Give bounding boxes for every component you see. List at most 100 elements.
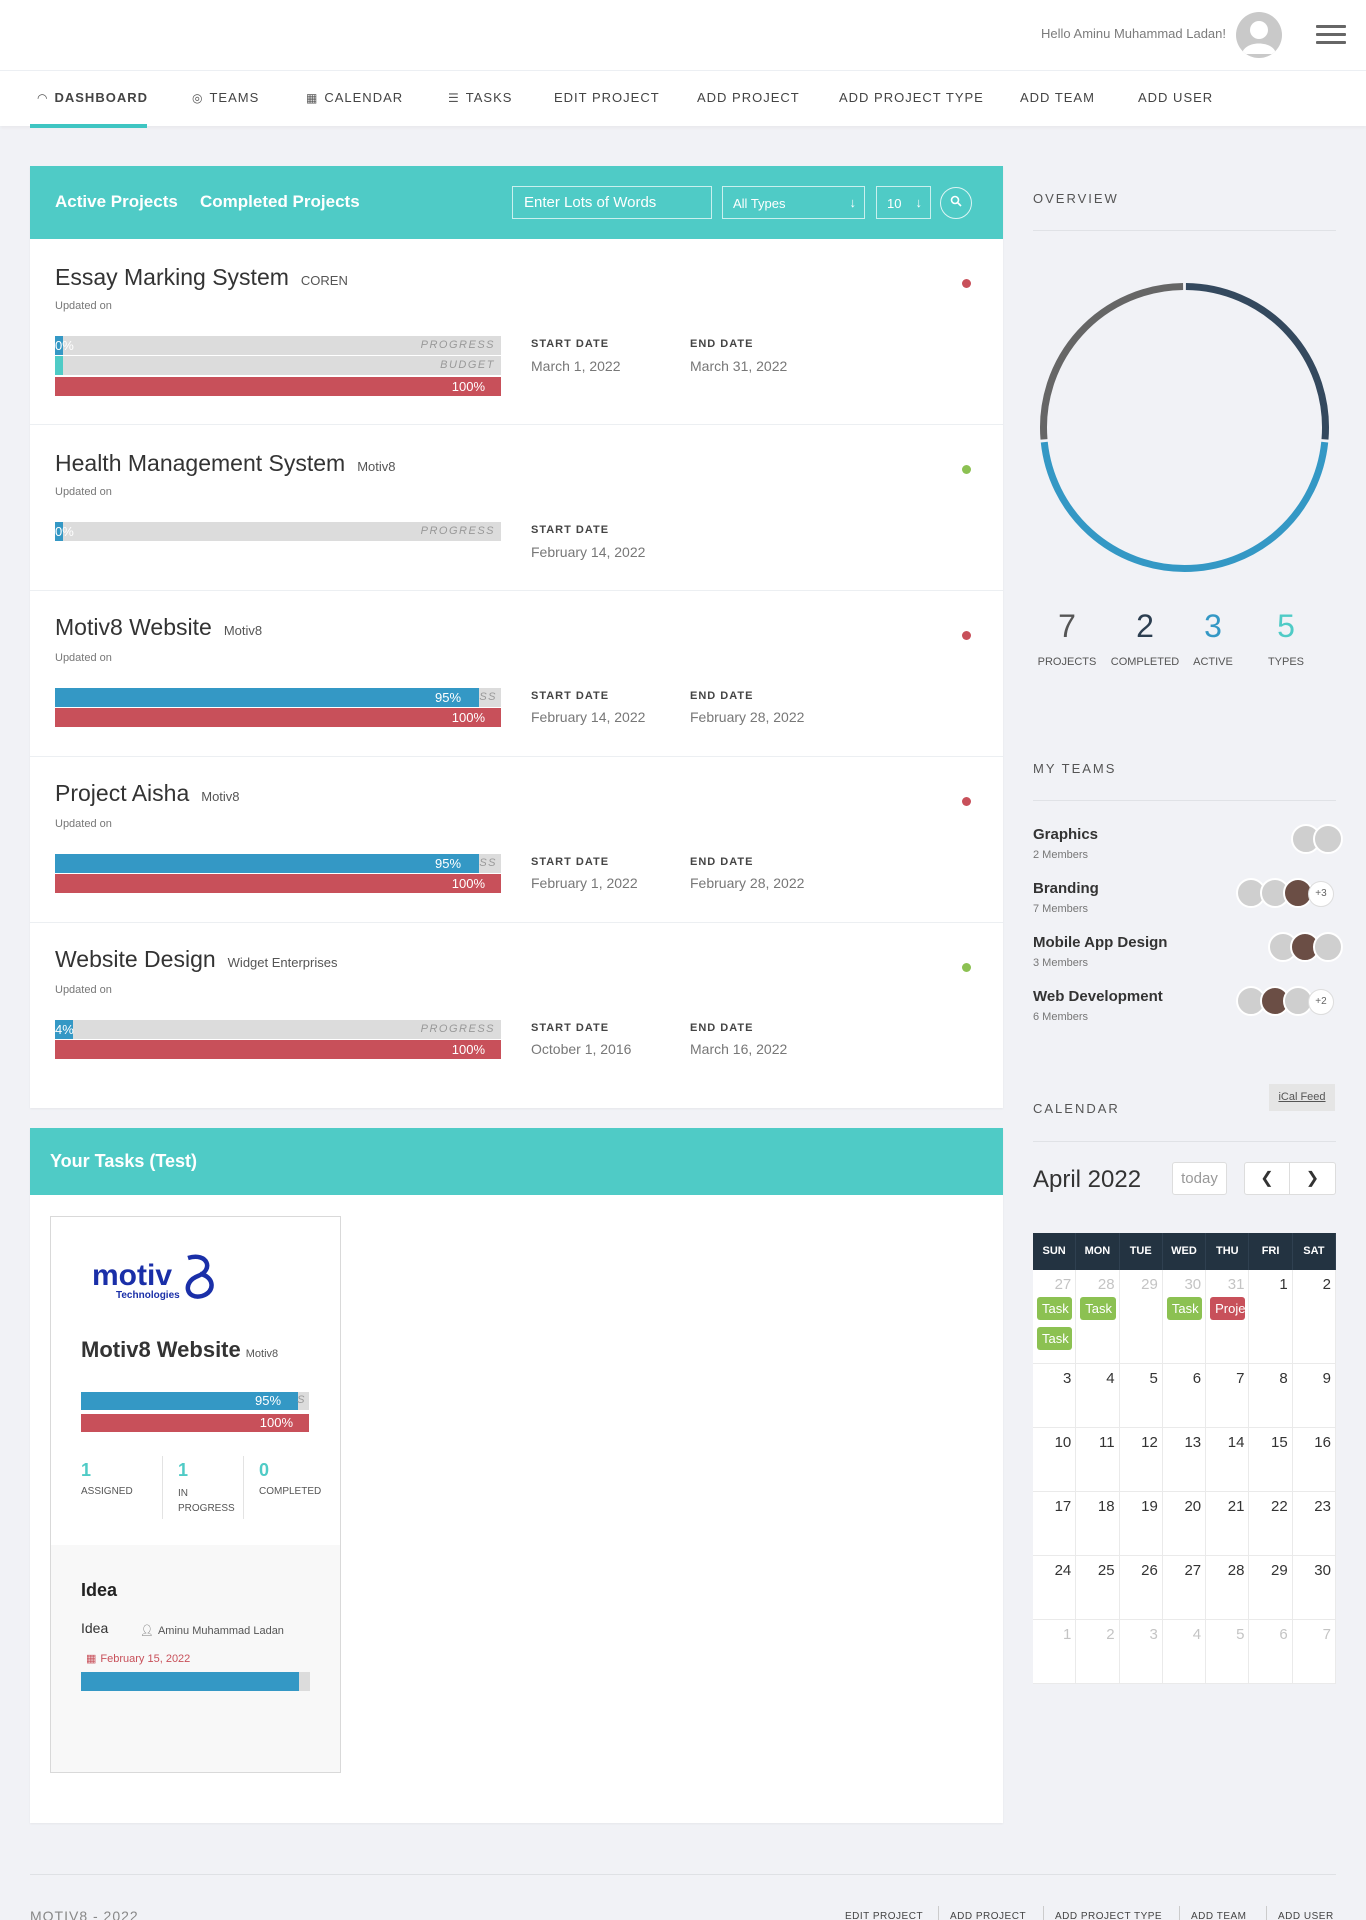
calendar-day[interactable]: 6: [1162, 1364, 1207, 1428]
task-card-time-bar: 100%: [81, 1414, 309, 1432]
calendar-day[interactable]: 15: [1249, 1428, 1293, 1492]
nav-calendar[interactable]: ▦ CALENDAR: [306, 90, 403, 105]
nav-add-project[interactable]: ADD PROJECT: [697, 90, 800, 105]
nav-add-team[interactable]: ADD TEAM: [1020, 90, 1095, 105]
task-title[interactable]: Idea: [81, 1580, 117, 1601]
calendar-day[interactable]: 14: [1206, 1428, 1250, 1492]
calendar-day[interactable]: 29: [1249, 1556, 1293, 1620]
calendar-day[interactable]: 7: [1292, 1620, 1336, 1684]
nav-label: ADD USER: [1138, 90, 1214, 105]
calendar-day[interactable]: 10: [1033, 1428, 1077, 1492]
budget-label: BUDGET: [440, 359, 495, 371]
nav-teams[interactable]: ◎ TEAMS: [192, 90, 259, 105]
member-avatar[interactable]: [1313, 932, 1343, 962]
project-title[interactable]: Essay Marking System: [55, 264, 289, 290]
nav-add-project-type[interactable]: ADD PROJECT TYPE: [839, 90, 984, 105]
calendar-day[interactable]: 25: [1076, 1556, 1120, 1620]
team-name-web-development[interactable]: Web Development: [1033, 988, 1163, 1005]
calendar-day[interactable]: 22: [1249, 1492, 1293, 1556]
nav-tasks[interactable]: ☰ TASKS: [448, 90, 512, 105]
calendar-day[interactable]: 17: [1033, 1492, 1077, 1556]
calendar-day[interactable]: 28: [1206, 1556, 1250, 1620]
calendar-day[interactable]: 12: [1119, 1428, 1163, 1492]
calendar-day[interactable]: 6: [1249, 1620, 1293, 1684]
calendar-day[interactable]: 2: [1292, 1270, 1336, 1364]
calendar-day[interactable]: 1: [1033, 1620, 1077, 1684]
today-button[interactable]: today: [1172, 1162, 1227, 1195]
calendar-day[interactable]: 8: [1249, 1364, 1293, 1428]
calendar-day[interactable]: 4: [1162, 1620, 1207, 1684]
end-date: March 31, 2022: [690, 358, 788, 374]
calendar-day[interactable]: 4: [1076, 1364, 1120, 1428]
next-month-button[interactable]: ❯: [1290, 1162, 1336, 1195]
footer-link-add-project-type[interactable]: ADD PROJECT TYPE: [1055, 1911, 1162, 1920]
calendar-event[interactable]: Task: [1037, 1327, 1073, 1350]
project-row[interactable]: Motiv8 Website Motiv8 Updated on 95% SS 10…: [30, 591, 1003, 757]
project-row[interactable]: Health Management System Motiv8 Updated o…: [30, 425, 1003, 591]
type-select[interactable]: All Types ↓: [722, 186, 865, 219]
team-name-branding[interactable]: Branding: [1033, 880, 1099, 897]
member-avatar[interactable]: [1313, 824, 1343, 854]
calendar-day[interactable]: 21: [1206, 1492, 1250, 1556]
project-title[interactable]: Health Management System: [55, 450, 345, 476]
nav-edit-project[interactable]: EDIT PROJECT: [554, 90, 660, 105]
calendar-day[interactable]: 24: [1033, 1556, 1077, 1620]
calendar-day[interactable]: 18: [1076, 1492, 1120, 1556]
tab-active-projects[interactable]: Active Projects: [55, 192, 178, 212]
calendar-day[interactable]: 2: [1076, 1620, 1120, 1684]
footer-link-add-project[interactable]: ADD PROJECT: [950, 1911, 1026, 1920]
tab-completed-projects[interactable]: Completed Projects: [200, 192, 360, 212]
prev-month-button[interactable]: ❮: [1244, 1162, 1290, 1195]
calendar-day[interactable]: 23: [1292, 1492, 1336, 1556]
team-name-graphics[interactable]: Graphics: [1033, 826, 1098, 843]
hamburger-icon[interactable]: [1316, 25, 1346, 45]
footer-link-add-team[interactable]: ADD TEAM: [1191, 1911, 1247, 1920]
task-card-project[interactable]: Motiv8 Website: [81, 1337, 241, 1362]
footer-separator: [1043, 1906, 1044, 1920]
footer-link-add-user[interactable]: ADD USER: [1278, 1911, 1334, 1920]
count-select[interactable]: 10 ↓: [876, 186, 931, 219]
more-members-badge[interactable]: +3: [1308, 881, 1334, 907]
calendar-day[interactable]: 29: [1119, 1270, 1163, 1364]
calendar-event[interactable]: Task: [1080, 1297, 1116, 1320]
project-title[interactable]: Project Aisha: [55, 780, 189, 806]
calendar-day-header: FRI: [1249, 1233, 1293, 1270]
calendar-event[interactable]: Task: [1166, 1297, 1203, 1320]
calendar-day[interactable]: 27: [1162, 1556, 1207, 1620]
calendar-day[interactable]: 3: [1033, 1364, 1077, 1428]
nav-add-user[interactable]: ADD USER: [1138, 90, 1213, 105]
project-row[interactable]: Website Design Widget Enterprises Updated…: [30, 923, 1003, 1089]
more-members-badge[interactable]: +2: [1308, 989, 1334, 1015]
calendar-day[interactable]: 30: [1292, 1556, 1336, 1620]
footer-link-edit-project[interactable]: EDIT PROJECT: [845, 1911, 923, 1920]
calendar-day[interactable]: 20: [1162, 1492, 1207, 1556]
calendar-day[interactable]: 9: [1292, 1364, 1336, 1428]
progress-bar: 0% PROGRESS: [55, 522, 501, 541]
calendar-day[interactable]: 16: [1292, 1428, 1336, 1492]
team-name-mobile-app-design[interactable]: Mobile App Design: [1033, 934, 1167, 951]
calendar-event[interactable]: Proje: [1210, 1297, 1246, 1320]
project-row[interactable]: Essay Marking System COREN Updated on 0% P…: [30, 239, 1003, 425]
calendar-day-header: TUE: [1119, 1233, 1163, 1270]
project-row[interactable]: Project Aisha Motiv8 Updated on 95% SS 100…: [30, 757, 1003, 923]
calendar-day[interactable]: 3: [1119, 1620, 1163, 1684]
calendar-day[interactable]: 5: [1119, 1364, 1163, 1428]
ical-feed-link[interactable]: iCal Feed: [1269, 1084, 1335, 1111]
user-avatar-icon[interactable]: [1236, 12, 1282, 58]
calendar-day[interactable]: 5: [1206, 1620, 1250, 1684]
calendar-day[interactable]: 19: [1119, 1492, 1163, 1556]
search-button[interactable]: [940, 187, 972, 219]
project-title[interactable]: Website Design: [55, 946, 216, 972]
project-client: Motiv8: [357, 459, 396, 474]
search-input[interactable]: Enter Lots of Words: [512, 186, 712, 219]
end-date: March 16, 2022: [690, 1041, 788, 1057]
stat-inprogress-num: 1: [178, 1460, 189, 1480]
calendar-day[interactable]: 11: [1076, 1428, 1120, 1492]
calendar-day[interactable]: 7: [1206, 1364, 1250, 1428]
calendar-day[interactable]: 26: [1119, 1556, 1163, 1620]
calendar-day[interactable]: 1: [1249, 1270, 1293, 1364]
calendar-event[interactable]: Task: [1037, 1297, 1073, 1320]
project-title[interactable]: Motiv8 Website: [55, 614, 212, 640]
calendar-day[interactable]: 13: [1162, 1428, 1207, 1492]
nav-dashboard[interactable]: ◠ DASHBOARD: [37, 90, 148, 105]
